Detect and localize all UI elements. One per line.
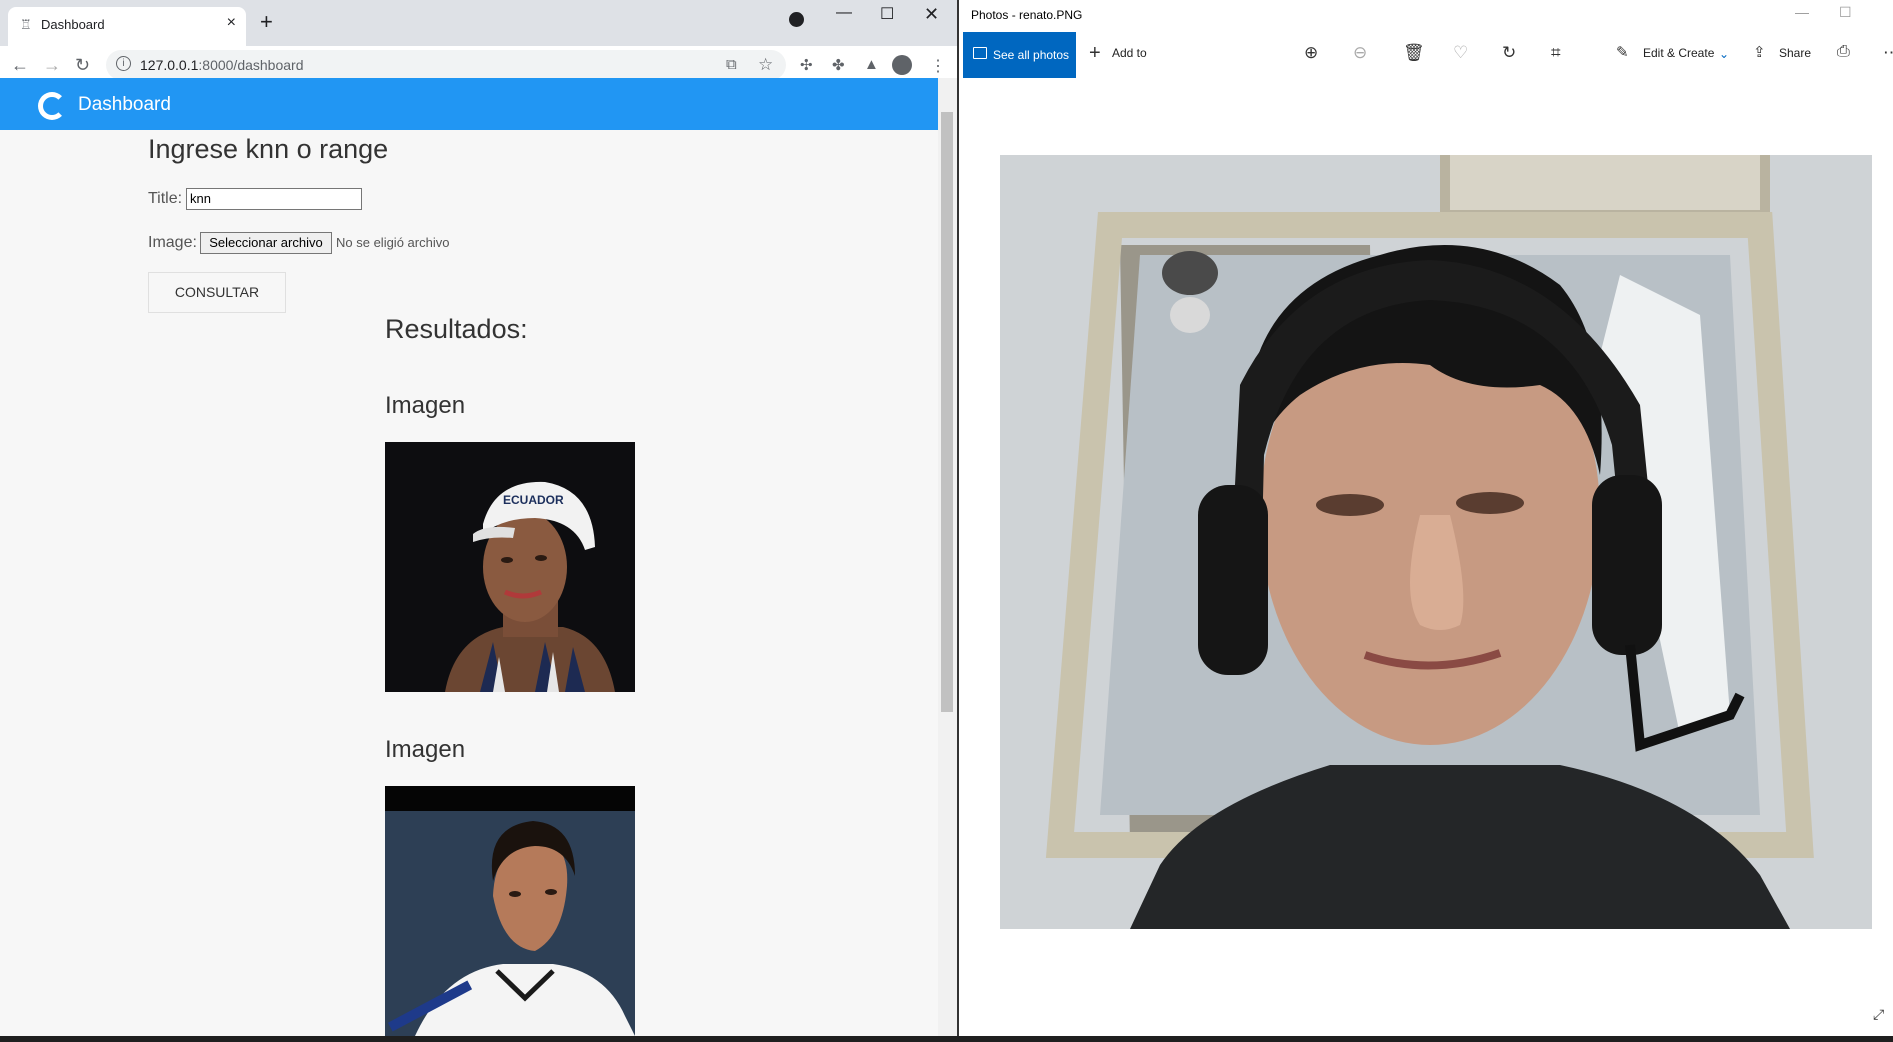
menu-kebab-icon[interactable]: ⋮ — [930, 56, 946, 76]
delete-icon[interactable]: 🗑 — [1403, 43, 1425, 63]
result-image — [385, 786, 635, 1036]
result-image: ECUADOR — [385, 442, 635, 692]
close-window-icon[interactable]: ✕ — [924, 4, 939, 25]
site-info-icon[interactable]: i — [116, 56, 131, 71]
file-status-text: No se eligió archivo — [336, 235, 450, 250]
consultar-button[interactable]: CONSULTAR — [148, 272, 286, 313]
tab-strip: ♖ Dashboard × + — ☐ ✕ — [0, 0, 957, 46]
add-icon: + — [1089, 42, 1101, 64]
brand-title[interactable]: Dashboard — [78, 94, 171, 116]
gallery-icon — [973, 47, 987, 59]
share-button[interactable]: Share — [1779, 46, 1811, 60]
maximize-icon[interactable]: ☐ — [880, 4, 894, 24]
tab-title: Dashboard — [41, 17, 105, 32]
extension-icon[interactable]: ✣ — [800, 56, 813, 74]
new-tab-icon[interactable]: + — [260, 9, 273, 35]
page-heading: Ingrese knn o range — [148, 134, 389, 164]
photos-toolbar: See all photos + Add to ⊕ ⊖ 🗑 ♡ ↻ ⌗ ✎ Ed… — [959, 32, 1893, 78]
more-options-icon[interactable]: ⋯ — [1883, 43, 1893, 63]
edit-create-icon: ✎ — [1616, 44, 1629, 61]
labs-flask-icon[interactable]: ▲ — [864, 56, 879, 73]
back-icon[interactable]: ← — [11, 55, 29, 76]
profile-avatar-icon[interactable] — [892, 55, 912, 75]
photos-maximize-icon[interactable]: ☐ — [1839, 4, 1852, 21]
app-header: Dashboard — [0, 78, 938, 130]
crop-icon[interactable]: ⌗ — [1551, 43, 1561, 63]
title-label: Title: — [148, 190, 183, 207]
add-to-button[interactable]: Add to — [1112, 46, 1147, 60]
translate-icon[interactable]: ⧉ — [726, 56, 737, 73]
chevron-down-icon[interactable]: ⌄ — [1719, 47, 1729, 61]
file-choose-button[interactable]: Seleccionar archivo — [200, 232, 332, 254]
share-icon: ⇪ — [1753, 44, 1766, 61]
taskbar — [0, 1036, 1893, 1042]
address-bar[interactable]: i 127.0.0.1:8000/dashboard ⧉ ☆ — [106, 50, 786, 80]
image-label: Image: — [148, 234, 197, 251]
displayed-photo — [1000, 155, 1872, 929]
see-all-photos-button[interactable]: See all photos — [963, 32, 1076, 78]
title-input[interactable]: knn — [186, 188, 362, 210]
zoom-in-icon[interactable]: ⊕ — [1304, 43, 1318, 63]
page-scrollbar[interactable] — [938, 78, 957, 1036]
scrollbar-thumb[interactable] — [941, 112, 953, 712]
fullscreen-icon[interactable]: ⤢ — [1873, 1006, 1884, 1023]
tab-search-icon[interactable] — [789, 12, 804, 27]
photos-minimize-icon[interactable]: — — [1795, 4, 1809, 20]
main-content: Ingrese knn o range Title: knn Image: Se… — [0, 130, 938, 1036]
favorite-heart-icon[interactable]: ♡ — [1453, 43, 1468, 63]
forward-icon[interactable]: → — [43, 55, 61, 76]
edit-create-button[interactable]: Edit & Create — [1643, 46, 1714, 60]
photos-window: Photos - renato.PNG — ☐ See all photos +… — [959, 0, 1893, 1036]
cap-text: ECUADOR — [503, 493, 564, 507]
url-text[interactable]: 127.0.0.1:8000/dashboard — [140, 57, 303, 73]
tab-dashboard[interactable]: ♖ Dashboard × — [8, 7, 246, 46]
logo-icon — [38, 92, 66, 120]
favicon-icon: ♖ — [20, 17, 32, 32]
result-label: Imagen — [385, 736, 466, 763]
close-tab-icon[interactable]: × — [227, 14, 236, 32]
minimize-icon[interactable]: — — [836, 4, 852, 22]
extensions-puzzle-icon[interactable]: ✤ — [832, 56, 845, 74]
zoom-out-icon[interactable]: ⊖ — [1353, 43, 1367, 63]
reload-icon[interactable]: ↻ — [75, 55, 90, 76]
photos-window-title: Photos - renato.PNG — [971, 8, 1083, 22]
rotate-icon[interactable]: ↻ — [1502, 43, 1516, 63]
bookmark-star-icon[interactable]: ☆ — [758, 55, 773, 75]
print-icon[interactable]: ⎙ — [1837, 43, 1850, 61]
result-label: Imagen — [385, 392, 466, 419]
results-heading: Resultados: — [385, 314, 528, 344]
browser-window: ♖ Dashboard × + — ☐ ✕ ← → ↻ i 127.0.0.1:… — [0, 0, 957, 1036]
